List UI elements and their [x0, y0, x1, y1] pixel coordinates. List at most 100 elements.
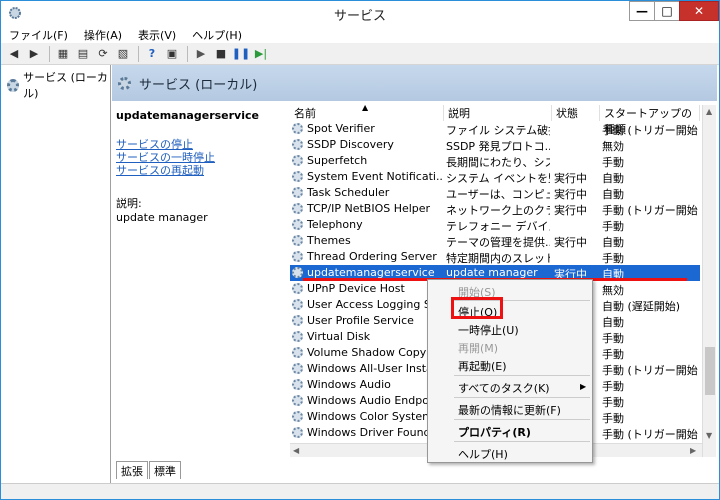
service-name: Superfetch	[307, 154, 368, 167]
service-name: Windows Driver Foundat	[307, 426, 442, 439]
service-name: Volume Shadow Copy	[307, 346, 427, 359]
maximize-button[interactable]: □	[654, 1, 680, 21]
pause-service-link[interactable]: サービスの一時停止	[116, 151, 286, 164]
help-icon[interactable]: ?	[143, 45, 161, 63]
back-arrow-icon[interactable]: ◀	[5, 45, 23, 63]
table-row[interactable]: Superfetch 長期間にわたり、シス... 手動	[290, 153, 700, 169]
action-pane-icon[interactable]: ▣	[163, 45, 181, 63]
toolbar-divider	[187, 45, 188, 62]
restart-service-link[interactable]: サービスの再起動	[116, 164, 286, 177]
scroll-right-icon[interactable]: ▶	[690, 446, 696, 455]
description-value: update manager	[116, 211, 208, 224]
scrollbar-thumb[interactable]	[705, 347, 715, 395]
export-list-icon[interactable]: ▧	[114, 45, 132, 63]
service-startup-type: 手動 (トリガー開始)	[602, 124, 698, 137]
table-row[interactable]: TCP/IP NetBIOS Helper ネットワーク上のクライ... 実行中 手動…	[290, 201, 700, 217]
gear-icon	[292, 171, 303, 182]
console-tree-icon[interactable]: ▦	[54, 45, 72, 63]
description-label: 説明:	[116, 197, 142, 210]
tab-extended[interactable]: 拡張	[116, 461, 148, 479]
pause-service-icon[interactable]: ❚❚	[232, 45, 250, 63]
service-startup-type: 手動	[602, 252, 624, 265]
service-name: Spot Verifier	[307, 122, 375, 135]
tree-item-services-local[interactable]: サービス (ローカル)	[7, 69, 110, 101]
gear-icon	[7, 78, 20, 92]
service-status: 実行中	[554, 188, 587, 201]
service-startup-type: 手動	[602, 396, 624, 409]
context-menu-divider	[454, 397, 590, 398]
context-item-restart[interactable]: 再起動(E)	[458, 358, 507, 374]
scroll-left-icon[interactable]: ◀	[293, 446, 299, 455]
service-startup-type: 手動	[602, 220, 624, 233]
service-name: UPnP Device Host	[307, 282, 405, 295]
gear-icon	[118, 76, 131, 90]
gear-icon	[292, 267, 303, 278]
table-row[interactable]: Telephony テレフォニー デバイス... 手動	[290, 217, 700, 233]
table-row[interactable]: Thread Ordering Server 特定期間内のスレッド... 手動	[290, 249, 700, 265]
context-item-all-tasks[interactable]: すべてのタスク(K)	[458, 380, 550, 396]
vertical-scrollbar[interactable]: ▲ ▼	[702, 105, 716, 457]
service-startup-type: 手動 (トリガー開始)	[602, 428, 698, 441]
stop-service-link[interactable]: サービスの停止	[116, 138, 286, 151]
table-row[interactable]: Task Scheduler ユーザーは、コンピュー... 実行中 自動	[290, 185, 700, 201]
service-description: ユーザーは、コンピュー...	[446, 188, 550, 201]
service-startup-type: 手動	[602, 156, 624, 169]
gear-icon	[292, 395, 303, 406]
menu-view[interactable]: 表示(V)	[130, 25, 184, 43]
context-item-resume[interactable]: 再開(M)	[458, 340, 498, 356]
service-name: System Event Notificati...	[307, 170, 442, 183]
close-button[interactable]: ✕	[679, 1, 719, 21]
title-bar: サービス — □ ✕	[1, 1, 719, 25]
service-description: テーマの管理を提供...	[446, 236, 550, 249]
context-item-pause[interactable]: 一時停止(U)	[458, 322, 519, 338]
service-description: テレフォニー デバイス...	[446, 220, 550, 233]
toolbar-divider	[138, 45, 139, 62]
toolbar-divider	[49, 45, 50, 62]
restart-service-icon[interactable]: ▶|	[252, 45, 270, 63]
service-name: SSDP Discovery	[307, 138, 394, 151]
gear-icon	[292, 155, 303, 166]
console-tree: サービス (ローカル)	[1, 65, 111, 483]
status-bar	[1, 483, 719, 499]
context-menu-divider	[454, 441, 590, 442]
forward-arrow-icon[interactable]: ▶	[25, 45, 43, 63]
service-startup-type: 自動	[602, 172, 624, 185]
column-header-status[interactable]: 状態	[552, 105, 600, 121]
service-startup-type: 自動 (遅延開始)	[602, 300, 681, 313]
column-header-startup[interactable]: スタートアップの種類	[600, 105, 700, 136]
table-row[interactable]: System Event Notificati... システム イベントを監...…	[290, 169, 700, 185]
gear-icon	[292, 411, 303, 422]
gear-icon	[292, 235, 303, 246]
column-header-name[interactable]: 名前 ▲	[290, 105, 444, 121]
refresh-icon[interactable]: ⟳	[94, 45, 112, 63]
sort-ascending-icon: ▲	[362, 105, 369, 112]
minimize-button[interactable]: —	[629, 1, 655, 21]
service-name: Virtual Disk	[307, 330, 371, 343]
column-header-description[interactable]: 説明	[444, 105, 552, 121]
table-row[interactable]: Spot Verifier ファイル システム破損... 手動 (トリガー開始)	[290, 121, 700, 137]
stop-service-icon[interactable]: ■	[212, 45, 230, 63]
service-name: Telephony	[307, 218, 363, 231]
minimize-icon: —	[636, 4, 648, 18]
service-description: 特定期間内のスレッド...	[446, 252, 550, 265]
menu-help[interactable]: ヘルプ(H)	[184, 25, 250, 43]
start-service-icon[interactable]: ▶	[192, 45, 210, 63]
menu-bar: ファイル(F) 操作(A) 表示(V) ヘルプ(H)	[1, 25, 719, 43]
table-row[interactable]: Themes テーマの管理を提供... 実行中 自動	[290, 233, 700, 249]
table-row[interactable]: SSDP Discovery SSDP 発見プロトコ... 無効	[290, 137, 700, 153]
context-item-refresh[interactable]: 最新の情報に更新(F)	[458, 402, 561, 418]
service-description: システム イベントを監...	[446, 172, 550, 185]
context-item-properties[interactable]: プロパティ(R)	[458, 424, 531, 440]
menu-action[interactable]: 操作(A)	[76, 25, 130, 43]
services-window: サービス — □ ✕ ファイル(F) 操作(A) 表示(V) ヘルプ(H) ◀ …	[0, 0, 720, 500]
scroll-up-icon[interactable]: ▲	[706, 107, 712, 116]
scroll-down-icon[interactable]: ▼	[706, 431, 712, 440]
tree-item-label: サービス (ローカル)	[23, 71, 108, 100]
properties-icon[interactable]: ▤	[74, 45, 92, 63]
tab-standard[interactable]: 標準	[149, 461, 181, 479]
maximize-icon: □	[661, 4, 673, 18]
gear-icon	[292, 331, 303, 342]
menu-file[interactable]: ファイル(F)	[1, 25, 76, 43]
context-item-help[interactable]: ヘルプ(H)	[458, 446, 508, 462]
service-name: Windows Audio	[307, 378, 391, 391]
